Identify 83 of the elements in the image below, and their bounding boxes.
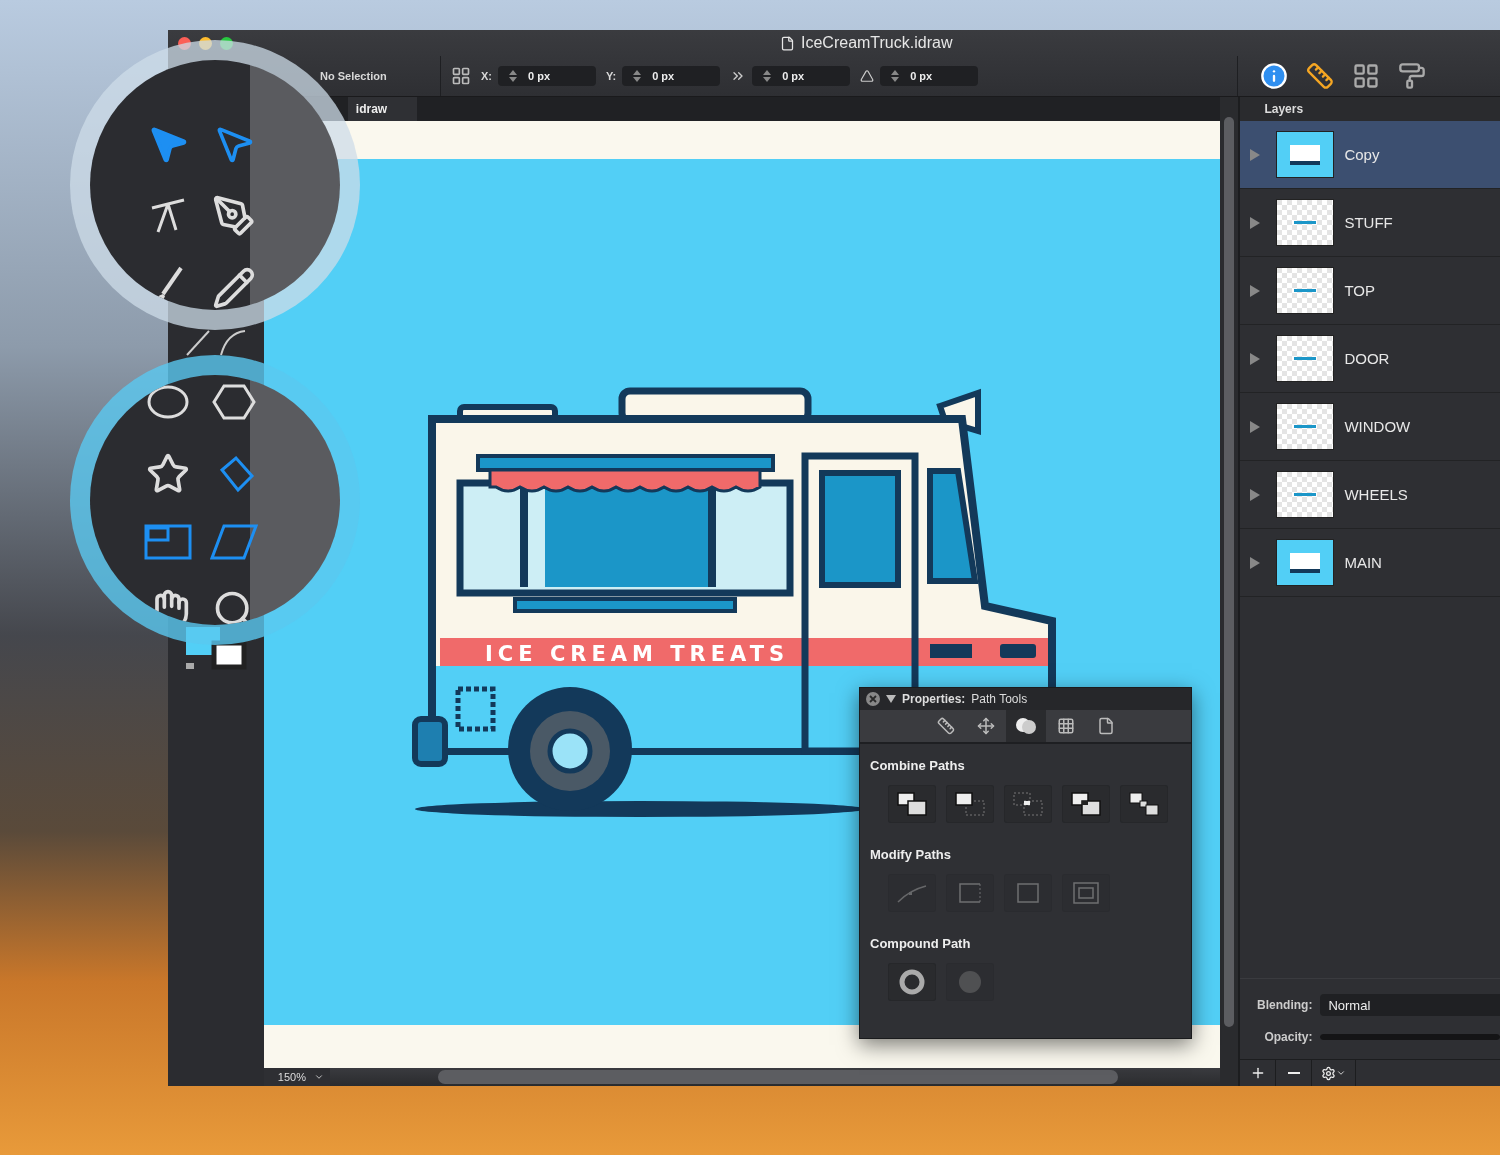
number-field[interactable]: 0 px: [752, 66, 851, 86]
move-icon: [976, 717, 995, 735]
zoom-menu[interactable]: 150%: [263, 1068, 330, 1086]
layer-thumbnail: [1276, 131, 1335, 178]
stepper-icon[interactable]: [763, 70, 772, 82]
ring-icon: [899, 969, 925, 995]
number-field[interactable]: 0 px: [880, 66, 979, 86]
outline-rectangle-icon: [1070, 880, 1102, 906]
grid-icon: [1056, 717, 1075, 735]
close-button[interactable]: [866, 692, 880, 706]
field-label: Opacity:: [1263, 1030, 1314, 1044]
disclosure-icon: [1250, 284, 1261, 297]
blending-select[interactable]: Normal: [1320, 994, 1500, 1016]
pen-icon: [212, 194, 256, 238]
number-field[interactable]: 0 px: [498, 66, 596, 86]
layer-thumbnail: [1276, 539, 1335, 586]
path-tool-button[interactable]: [1120, 785, 1168, 823]
path-tool-button[interactable]: [888, 785, 936, 823]
layer-name: TOP: [1344, 282, 1375, 299]
selection-status: No Selection: [320, 70, 388, 82]
circle-icon: [957, 969, 983, 995]
stepper-icon[interactable]: [633, 70, 642, 82]
info-icon[interactable]: [1260, 62, 1288, 90]
truck-sign: ICE CREAM TREATS: [484, 642, 790, 666]
page-icon: [1096, 717, 1115, 735]
disclosure-icon: [1250, 216, 1261, 229]
disclosure-icon: [1250, 556, 1261, 569]
layer-thumbnail: [1276, 267, 1335, 314]
stepper-icon[interactable]: [891, 70, 900, 82]
subtract-icon: [954, 791, 986, 817]
path-tool-button[interactable]: [1062, 785, 1110, 823]
align-icon[interactable]: [451, 66, 471, 86]
section-title: Modify Paths: [870, 847, 952, 862]
document-tab[interactable]: idraw: [347, 97, 418, 121]
intersect-icon: [1012, 791, 1044, 817]
stepper-icon[interactable]: [509, 70, 517, 82]
caret-icon: [314, 1072, 324, 1082]
parallelogram-icon: [210, 524, 258, 560]
section-title: Compound Path: [870, 936, 972, 951]
section-title: Combine Paths: [870, 758, 966, 773]
layer-name: WHEELS: [1344, 486, 1408, 503]
disclosure-icon: [1250, 352, 1261, 365]
layer-thumbnail: [1276, 199, 1335, 246]
path-tool-button[interactable]: [888, 963, 936, 1001]
pencil-icon: [212, 266, 256, 310]
minus-icon: [1287, 1072, 1300, 1074]
layer-thumbnail: [1276, 335, 1335, 382]
paint-roller-icon[interactable]: [1398, 62, 1426, 90]
layer-name: MAIN: [1344, 554, 1382, 571]
scroll-thumb[interactable]: [1224, 117, 1235, 1027]
exclude-icon: [1070, 791, 1102, 817]
layer-row[interactable]: Copy: [1240, 121, 1500, 189]
scroll-thumb[interactable]: [437, 1070, 1118, 1084]
disclosure-icon: [1250, 148, 1261, 161]
rectangle-icon: [144, 524, 192, 560]
number-field[interactable]: 0 px: [622, 66, 721, 86]
field-label: X:: [481, 70, 492, 82]
layer-name: WINDOW: [1344, 418, 1411, 435]
layer-name: DOOR: [1344, 350, 1390, 367]
gear-icon: [1321, 1065, 1337, 1081]
document-icon: [780, 35, 795, 51]
disclosure-icon: [1250, 488, 1261, 501]
ruler-icon: [936, 717, 955, 735]
opacity-slider[interactable]: [1320, 1034, 1500, 1040]
union-icon: [896, 791, 928, 817]
panel-tab[interactable]: [1005, 710, 1046, 742]
layer-thumbnail: [1276, 403, 1335, 450]
path-tool-button[interactable]: [946, 785, 994, 823]
window-title: IceCreamTruck.idraw: [801, 34, 953, 52]
field-label: Blending:: [1256, 998, 1314, 1012]
ruler-icon[interactable]: [1306, 62, 1334, 90]
caret-icon: [1336, 1068, 1347, 1078]
disclosure-icon: [886, 695, 896, 703]
layer-thumbnail: [1276, 471, 1335, 518]
panel-subtitle: Path Tools: [971, 692, 1028, 706]
layer-name: Copy: [1344, 146, 1380, 163]
panel-title: Layers: [1240, 97, 1500, 121]
disclosure-icon: [1250, 420, 1261, 433]
layer-name: STUFF: [1344, 214, 1393, 231]
panel-title: Properties:: [902, 692, 966, 706]
divide-icon: [1128, 791, 1160, 817]
close-icon: [869, 695, 877, 703]
field-label: Y:: [606, 70, 617, 82]
